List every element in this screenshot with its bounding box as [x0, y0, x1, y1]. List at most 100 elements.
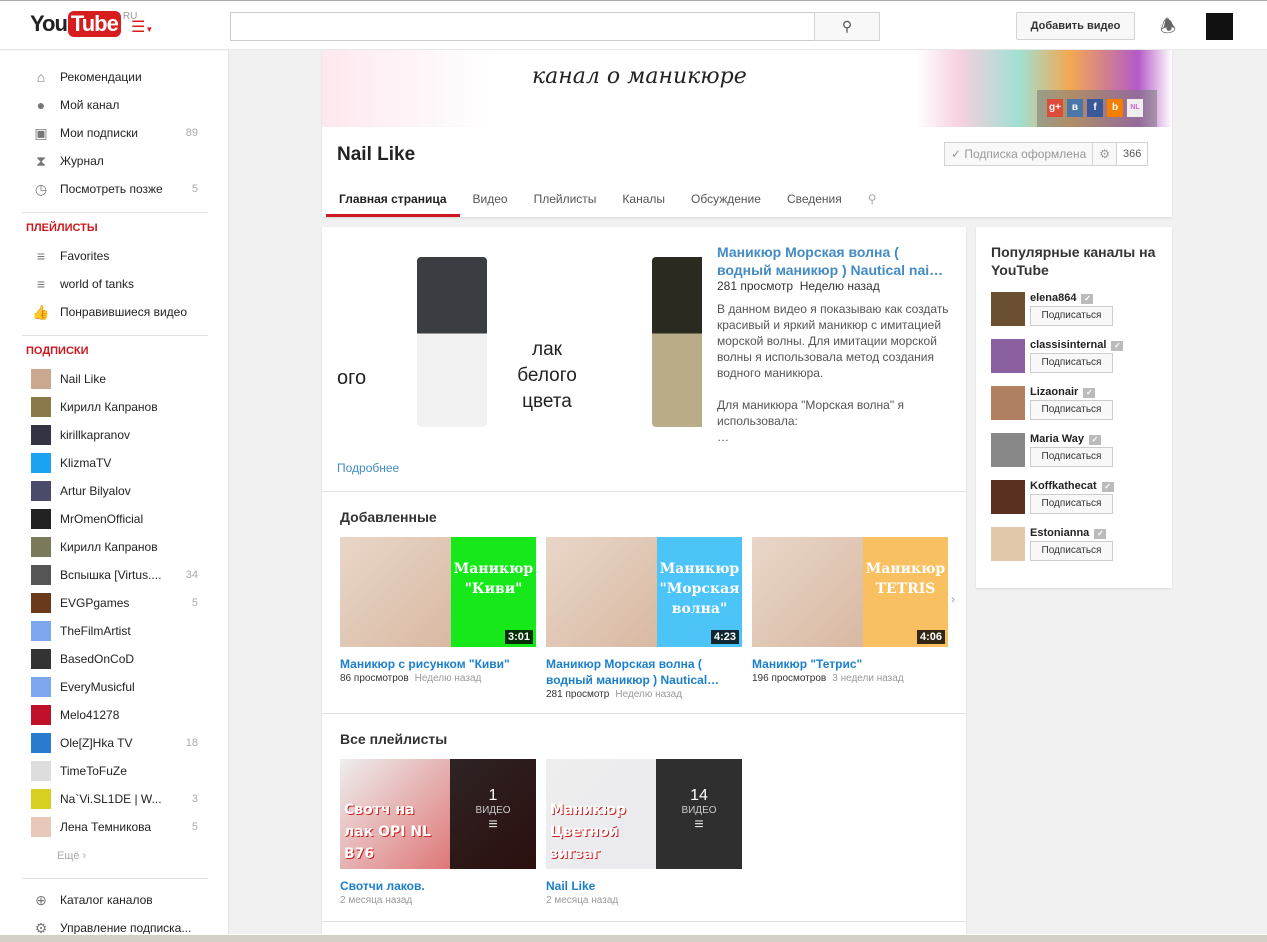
- channel-name[interactable]: Estonianna: [1030, 527, 1106, 539]
- channel-avatar[interactable]: [991, 480, 1025, 514]
- subscription-settings-gear-icon[interactable]: ⚙: [1093, 143, 1118, 165]
- sidebar-item-subscription[interactable]: EVGPgames 5: [0, 589, 229, 617]
- sidebar-item-subscription[interactable]: Na`Vi.SL1DE | W... 3: [0, 785, 229, 813]
- video-thumbnail[interactable]: Маникюр "Киви" 3:01: [340, 537, 536, 647]
- sidebar-item-playlist[interactable]: 👍 Понравившиеся видео: [0, 298, 229, 326]
- channel-thumbnail: [31, 817, 51, 837]
- subscribe-button[interactable]: Подписаться: [1030, 306, 1113, 326]
- blogger-link[interactable]: b: [1107, 99, 1123, 117]
- sidebar-item-subscription[interactable]: BasedOnCoD: [0, 645, 229, 673]
- channel-thumbnail: [31, 649, 51, 669]
- subscribe-button[interactable]: Подписаться: [1030, 353, 1113, 373]
- search-input[interactable]: [230, 12, 815, 41]
- playlist-card[interactable]: Маникюр Цветной зигзаг 14 ВИДЕО ≡ Nail Like 2…: [546, 759, 742, 906]
- playlist-thumbnail[interactable]: Свотч на лак OPI NL B76 1 ВИДЕО ≡: [340, 759, 536, 869]
- playlist-title[interactable]: Nail Like: [546, 878, 742, 894]
- subscribe-button[interactable]: Подписаться: [1030, 494, 1113, 514]
- top-header: You Tube RU ☰▼ ⚲ Добавить видео 🕭: [0, 0, 1267, 50]
- tab-videos[interactable]: Видео: [460, 187, 521, 217]
- more-link[interactable]: Подробнее: [337, 461, 399, 475]
- thumbs-up-icon: 👍: [32, 304, 50, 320]
- subscribe-button[interactable]: Подписаться: [1030, 400, 1113, 420]
- sidebar-item-subscription[interactable]: Лена Темникова 5: [0, 813, 229, 841]
- playlist-card[interactable]: Свотч на лак OPI NL B76 1 ВИДЕО ≡ Свотчи лак…: [340, 759, 536, 906]
- video-card[interactable]: Маникюр "Киви" 3:01 Маникюр с рисунком "Ки…: [340, 537, 536, 684]
- vk-link[interactable]: в: [1067, 99, 1083, 117]
- sidebar-item-subscription[interactable]: TimeToFuZe: [0, 757, 229, 785]
- subscribe-button[interactable]: Подписаться: [1030, 541, 1113, 561]
- tab-home[interactable]: Главная страница: [326, 187, 460, 217]
- playlist-thumbnail[interactable]: Маникюр Цветной зигзаг 14 ВИДЕО ≡: [546, 759, 742, 869]
- shelf-next-arrow-icon[interactable]: ›: [951, 592, 955, 606]
- google-plus-link[interactable]: g+: [1047, 99, 1063, 117]
- os-taskbar: [0, 934, 1267, 942]
- facebook-link[interactable]: f: [1087, 99, 1103, 117]
- channel-name[interactable]: Lizaonair: [1030, 386, 1095, 398]
- sidebar-item-nav[interactable]: ⧗ Журнал: [0, 147, 229, 175]
- more-subscriptions-link[interactable]: Ещё ›: [57, 850, 86, 862]
- sidebar-item-subscription[interactable]: Melo41278: [0, 701, 229, 729]
- youtube-logo[interactable]: You Tube RU: [30, 11, 137, 37]
- video-title[interactable]: Маникюр Морская волна ( водный маникюр )…: [546, 656, 742, 688]
- subscribed-button[interactable]: ✓ Подписка оформлена: [945, 143, 1094, 165]
- video-thumbnail[interactable]: Маникюр "Морская волна" 4:23: [546, 537, 742, 647]
- sidebar-item-subscription[interactable]: kirillkapranov: [0, 421, 229, 449]
- video-title[interactable]: Маникюр "Тетрис": [752, 656, 948, 672]
- account-avatar[interactable]: [1206, 13, 1233, 40]
- upload-age: 3 недели назад: [832, 673, 904, 684]
- guide-menu-icon[interactable]: ☰▼: [131, 17, 153, 37]
- channel-search-icon[interactable]: ⚲: [855, 187, 890, 217]
- popular-channel: Maria Way Подписаться: [991, 433, 1166, 473]
- sidebar-item-nav[interactable]: ⌂ Рекомендации: [0, 63, 229, 91]
- sidebar-item-subscription[interactable]: Вспышка [Virtus.... 34: [0, 561, 229, 589]
- site-link[interactable]: NL: [1127, 99, 1143, 117]
- playlist-title[interactable]: Свотчи лаков.: [340, 878, 536, 894]
- featured-video-player[interactable]: ого лак белого цвета: [337, 247, 702, 447]
- sidebar-item-channel-catalog[interactable]: ⊕ Каталог каналов: [0, 886, 229, 914]
- channel-avatar[interactable]: [991, 292, 1025, 326]
- sidebar-item-label: kirillkapranov: [60, 428, 131, 442]
- sidebar-item-nav[interactable]: ◷ Посмотреть позже 5: [0, 175, 229, 203]
- sidebar-item-playlist[interactable]: ≡ Favorites: [0, 242, 229, 270]
- tab-about[interactable]: Сведения: [774, 187, 855, 217]
- thumbnail-text: Маникюр Цветной зигзаг: [550, 802, 626, 862]
- sidebar-item-subscription[interactable]: Ole[Z]Hka TV 18: [0, 729, 229, 757]
- video-card[interactable]: Маникюр "Морская волна" 4:23 Маникюр Морск…: [546, 537, 742, 700]
- sidebar-item-playlist[interactable]: ≡ world of tanks: [0, 270, 229, 298]
- video-thumbnail[interactable]: Маникюр TETRIS 4:06: [752, 537, 948, 647]
- channel-avatar[interactable]: [991, 527, 1025, 561]
- notifications-bell-icon[interactable]: 🕭: [1160, 14, 1176, 44]
- tab-discussion[interactable]: Обсуждение: [678, 187, 774, 217]
- channel-avatar[interactable]: [991, 339, 1025, 373]
- featured-video-title[interactable]: Маникюр Морская волна ( водный маникюр )…: [717, 243, 957, 279]
- channel-thumbnail: [31, 565, 51, 585]
- sidebar-item-nav[interactable]: ● Мой канал: [0, 91, 229, 119]
- sidebar-item-subscription[interactable]: MrOmenOfficial: [0, 505, 229, 533]
- subscription-control: ✓ Подписка оформлена ⚙ 366: [944, 142, 1149, 166]
- channel-avatar[interactable]: [991, 386, 1025, 420]
- divider: [322, 713, 966, 714]
- sidebar-item-subscription[interactable]: TheFilmArtist: [0, 617, 229, 645]
- channel-name[interactable]: Maria Way: [1030, 433, 1101, 445]
- sidebar-item-subscription[interactable]: Кирилл Капранов: [0, 393, 229, 421]
- video-card[interactable]: Маникюр TETRIS 4:06 Маникюр "Тетрис" 196 пр…: [752, 537, 948, 684]
- playlist-age: 2 месяца назад: [340, 895, 413, 906]
- tab-playlists[interactable]: Плейлисты: [521, 187, 610, 217]
- search-button[interactable]: ⚲: [814, 12, 880, 41]
- subscribe-button[interactable]: Подписаться: [1030, 447, 1113, 467]
- channel-name[interactable]: classisinternal: [1030, 339, 1123, 351]
- sidebar-item-subscription[interactable]: Artur Bilyalov: [0, 477, 229, 505]
- sidebar-item-nav[interactable]: ▣ Мои подписки 89: [0, 119, 229, 147]
- channel-name: Nail Like: [337, 144, 416, 165]
- sidebar-item-subscription[interactable]: Кирилл Капранов: [0, 533, 229, 561]
- channel-avatar[interactable]: [991, 433, 1025, 467]
- tab-channels[interactable]: Каналы: [609, 187, 678, 217]
- channel-name[interactable]: elena864: [1030, 292, 1093, 304]
- upload-button[interactable]: Добавить видео: [1016, 12, 1135, 40]
- sidebar-item-subscription[interactable]: Nail Like: [0, 365, 229, 393]
- sidebar-item-subscription[interactable]: KlizmaTV: [0, 449, 229, 477]
- channel-name[interactable]: Koffkathecat: [1030, 480, 1114, 492]
- popular-channel: classisinternal Подписаться: [991, 339, 1166, 379]
- video-title[interactable]: Маникюр с рисунком "Киви": [340, 656, 536, 672]
- sidebar-item-subscription[interactable]: EveryMusicful: [0, 673, 229, 701]
